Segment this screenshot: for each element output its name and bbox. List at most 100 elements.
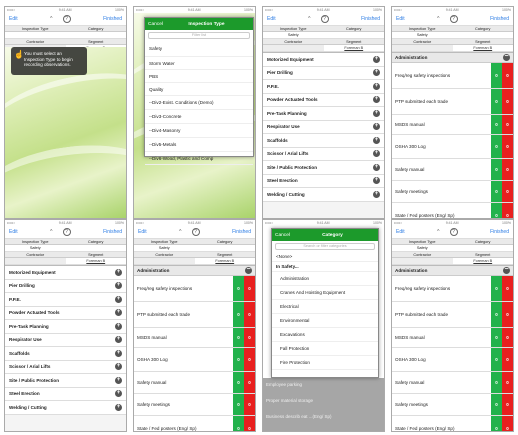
category-item[interactable]: Scaffolds + [263, 134, 384, 148]
category-option[interactable]: Fall Protection [272, 342, 378, 356]
category-value[interactable] [66, 32, 127, 38]
cancel-button[interactable]: Cancel [275, 233, 290, 238]
collapse-section-icon[interactable]: − [503, 53, 510, 61]
pass-count-button[interactable]: 0 [491, 115, 502, 134]
section-header[interactable]: Administration − [134, 266, 255, 276]
category-option[interactable]: Cranes And Hoisting Equipment [272, 286, 378, 300]
edit-button[interactable]: Edit [9, 229, 18, 235]
fail-count-button[interactable]: 0 [502, 394, 513, 415]
category-option[interactable]: Environmental [272, 314, 378, 328]
add-icon[interactable]: + [115, 349, 122, 357]
add-icon[interactable]: + [115, 268, 122, 276]
segment-value[interactable]: Foreman B [453, 258, 514, 264]
add-icon[interactable]: + [115, 403, 122, 411]
fail-count-button[interactable]: 0 [502, 181, 513, 202]
collapse-icon[interactable]: ^ [50, 16, 52, 22]
pass-count-button[interactable]: 0 [233, 302, 244, 327]
category-option[interactable]: Excavations [272, 328, 378, 342]
category-item[interactable]: Pier Drilling + [5, 279, 126, 293]
pass-count-button[interactable]: 0 [233, 348, 244, 371]
add-icon[interactable]: + [115, 390, 122, 398]
add-icon[interactable]: + [115, 363, 122, 371]
pass-count-button[interactable]: 0 [233, 276, 244, 301]
edit-button[interactable]: Edit [396, 16, 405, 22]
add-icon[interactable]: + [373, 177, 380, 185]
add-icon[interactable]: + [373, 82, 380, 90]
segment-value[interactable]: Foreman B [66, 258, 127, 264]
inspection-type-option[interactable]: --Div6-Wood, Plastic and Comp [145, 152, 253, 165]
inspection-type-value[interactable]: Safety [5, 245, 66, 251]
finished-button[interactable]: Finished [490, 16, 509, 22]
contractor-value[interactable] [263, 45, 324, 51]
collapse-icon[interactable]: ^ [179, 229, 181, 235]
category-item[interactable]: Welding / Cutting + [263, 188, 384, 202]
fail-count-button[interactable]: 0 [244, 328, 255, 347]
fail-count-button[interactable]: 0 [502, 328, 513, 347]
pass-count-button[interactable]: 0 [491, 89, 502, 114]
add-icon[interactable]: + [115, 322, 122, 330]
section-header[interactable]: Administration − [392, 53, 513, 63]
finished-button[interactable]: Finished [361, 16, 380, 22]
add-icon[interactable]: + [373, 96, 380, 104]
finished-button[interactable]: Finished [103, 16, 122, 22]
inspection-type-value[interactable]: Safety [263, 32, 324, 38]
pass-count-button[interactable]: 0 [491, 181, 502, 202]
pass-count-button[interactable]: 0 [491, 276, 502, 301]
pass-count-button[interactable]: 0 [491, 394, 502, 415]
help-icon[interactable]: ? [62, 228, 71, 236]
add-icon[interactable]: + [115, 376, 122, 384]
cancel-button[interactable]: Cancel [148, 22, 163, 27]
inspection-type-option[interactable]: Quality [145, 83, 253, 96]
pass-count-button[interactable]: 0 [233, 394, 244, 415]
category-value[interactable] [453, 32, 514, 38]
add-icon[interactable]: + [373, 190, 380, 198]
pass-count-button[interactable]: 0 [491, 302, 502, 327]
pass-count-button[interactable]: 0 [491, 328, 502, 347]
pass-count-button[interactable]: 0 [491, 416, 502, 431]
category-option[interactable]: Fire Protection [272, 356, 378, 370]
category-item[interactable]: Pier Drilling + [263, 66, 384, 80]
help-icon[interactable]: ? [449, 15, 458, 23]
pass-count-button[interactable]: 0 [233, 328, 244, 347]
add-icon[interactable]: + [115, 295, 122, 303]
help-icon[interactable]: ? [191, 228, 200, 236]
inspection-type-option[interactable]: --Div2-Exist. Conditions (Demo) [145, 96, 253, 110]
add-icon[interactable]: + [373, 150, 380, 158]
category-item[interactable]: Motorized Equipment + [5, 266, 126, 280]
segment-value[interactable]: Foreman B [195, 258, 256, 264]
fail-count-button[interactable]: 0 [502, 348, 513, 371]
category-item[interactable]: Scissor / Arial Lifts + [263, 147, 384, 161]
help-icon[interactable]: ? [320, 15, 329, 23]
pass-count-button[interactable]: 0 [233, 416, 244, 431]
category-item[interactable]: P.P.E. + [5, 293, 126, 307]
fail-count-button[interactable]: 0 [244, 394, 255, 415]
category-item[interactable]: Site / Public Protection + [263, 161, 384, 175]
collapse-icon[interactable]: ^ [437, 16, 439, 22]
category-value[interactable] [195, 245, 256, 251]
fail-count-button[interactable]: 0 [502, 115, 513, 134]
contractor-value[interactable] [134, 258, 195, 264]
edit-button[interactable]: Edit [138, 229, 147, 235]
category-option[interactable]: Electrical [272, 300, 378, 314]
none-option[interactable]: <None> [272, 252, 378, 262]
add-icon[interactable]: + [373, 123, 380, 131]
fail-count-button[interactable]: 0 [502, 89, 513, 114]
add-icon[interactable]: + [115, 309, 122, 317]
finished-button[interactable]: Finished [232, 229, 251, 235]
fail-count-button[interactable]: 0 [244, 348, 255, 371]
category-item[interactable]: Pre-Task Planning + [5, 320, 126, 334]
segment-value[interactable]: Foreman B [324, 45, 385, 51]
inspection-type-option[interactable]: Storm Water [145, 57, 253, 70]
category-value[interactable] [66, 245, 127, 251]
fail-count-button[interactable]: 0 [244, 416, 255, 431]
fail-count-button[interactable]: 0 [502, 63, 513, 88]
inspection-type-option[interactable]: --Div4-Masonry [145, 124, 253, 138]
category-option[interactable]: Administration [272, 272, 378, 286]
category-item[interactable]: Welding / Cutting + [5, 401, 126, 415]
fail-count-button[interactable]: 0 [244, 302, 255, 327]
category-item[interactable]: Powder Actuated Tools + [5, 306, 126, 320]
add-icon[interactable]: + [373, 69, 380, 77]
edit-button[interactable]: Edit [396, 229, 405, 235]
category-value[interactable] [324, 32, 385, 38]
inspection-type-option[interactable]: --Div3-Concrete [145, 110, 253, 124]
